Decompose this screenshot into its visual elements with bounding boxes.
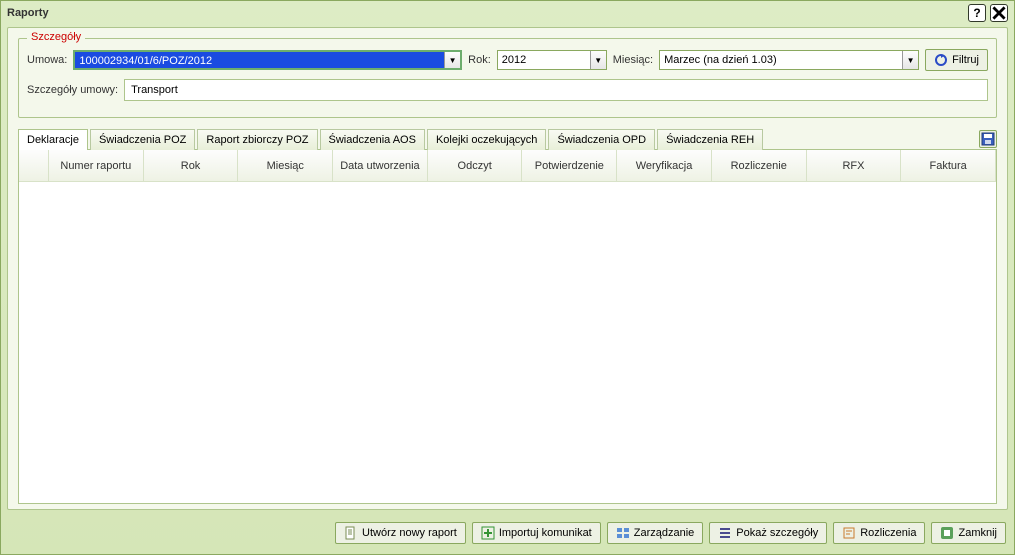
action-label: Utwórz nowy raport [362,527,457,539]
action-label: Zamknij [958,527,997,539]
floppy-icon [981,132,995,146]
column-header[interactable]: Rok [144,150,239,182]
help-button[interactable]: ? [968,4,986,22]
tabs-row: DeklaracjeŚwiadczenia POZRaport zbiorczy… [18,128,997,149]
contract-label: Umowa: [27,54,67,66]
table-header: Numer raportuRokMiesiącData utworzeniaOd… [19,150,996,182]
year-label: Rok: [468,54,491,66]
year-select[interactable]: 2012 ▼ [497,50,607,70]
plus-icon [481,526,495,540]
table: Numer raportuRokMiesiącData utworzeniaOd… [18,149,997,504]
column-header[interactable]: Rozliczenie [712,150,807,182]
titlebar: Raporty ? [1,1,1014,25]
column-header[interactable]: Data utworzenia [333,150,428,182]
contract-details-field: Transport [124,79,988,101]
column-header[interactable]: Odczyt [428,150,523,182]
column-header[interactable]: Weryfikacja [617,150,712,182]
action-label: Rozliczenia [860,527,916,539]
close-button[interactable]: Zamknij [931,522,1006,544]
manage-icon [616,526,630,540]
settlements-button[interactable]: Rozliczenia [833,522,925,544]
refresh-icon [934,53,948,67]
action-bar: Utwórz nowy raport Importuj komunikat Za… [1,512,1014,554]
tab-swiadczenia-poz[interactable]: Świadczenia POZ [90,129,195,150]
tabs: DeklaracjeŚwiadczenia POZRaport zbiorczy… [18,128,763,149]
window-title: Raporty [7,7,49,19]
show-details-button[interactable]: Pokaż szczegóły [709,522,827,544]
document-icon [344,526,358,540]
month-value: Marzec (na dzień 1.03) [660,51,902,69]
column-header[interactable] [19,150,49,182]
close-icon [992,6,1006,20]
tab-swiadczenia-reh[interactable]: Świadczenia REH [657,129,763,150]
contract-select[interactable]: 100002934/01/6/POZ/2012 ▼ [73,50,462,70]
year-value: 2012 [498,51,590,69]
close-square-icon [940,526,954,540]
tab-kolejki-oczekujacych[interactable]: Kolejki oczekujących [427,129,547,150]
contract-value: 100002934/01/6/POZ/2012 [75,52,444,68]
close-window-button[interactable] [990,4,1008,22]
action-label: Importuj komunikat [499,527,592,539]
chevron-down-icon[interactable]: ▼ [902,51,918,69]
month-label: Miesiąc: [613,54,653,66]
import-message-button[interactable]: Importuj komunikat [472,522,601,544]
tab-raport-zbiorczy-poz[interactable]: Raport zbiorczy POZ [197,129,317,150]
contract-details-value: Transport [131,84,178,96]
column-header[interactable]: RFX [807,150,902,182]
filter-button-label: Filtruj [952,54,979,66]
tab-swiadczenia-aos[interactable]: Świadczenia AOS [320,129,425,150]
filter-button[interactable]: Filtruj [925,49,988,71]
column-header[interactable]: Potwierdzenie [522,150,617,182]
action-label: Pokaż szczegóły [736,527,818,539]
window-controls: ? [968,4,1008,22]
details-legend: Szczegóły [27,31,85,43]
column-header[interactable]: Numer raportu [49,150,144,182]
manage-button[interactable]: Zarządzanie [607,522,704,544]
chevron-down-icon[interactable]: ▼ [590,51,606,69]
new-report-button[interactable]: Utwórz nowy raport [335,522,466,544]
contract-details-row: Szczegóły umowy: Transport [27,79,988,101]
column-header[interactable]: Miesiąc [238,150,333,182]
contract-details-label: Szczegóły umowy: [27,84,118,96]
chevron-down-icon[interactable]: ▼ [444,52,460,68]
month-select[interactable]: Marzec (na dzień 1.03) ▼ [659,50,919,70]
content-panel: Szczegóły Umowa: 100002934/01/6/POZ/2012… [7,27,1008,510]
details-icon [718,526,732,540]
settlements-icon [842,526,856,540]
save-button[interactable] [979,130,997,148]
action-label: Zarządzanie [634,527,695,539]
filter-row: Umowa: 100002934/01/6/POZ/2012 ▼ Rok: 20… [27,49,988,71]
details-fieldset: Szczegóły Umowa: 100002934/01/6/POZ/2012… [18,38,997,118]
column-header[interactable]: Faktura [901,150,996,182]
tab-swiadczenia-opd[interactable]: Świadczenia OPD [548,129,655,150]
tab-deklaracje[interactable]: Deklaracje [18,129,88,150]
